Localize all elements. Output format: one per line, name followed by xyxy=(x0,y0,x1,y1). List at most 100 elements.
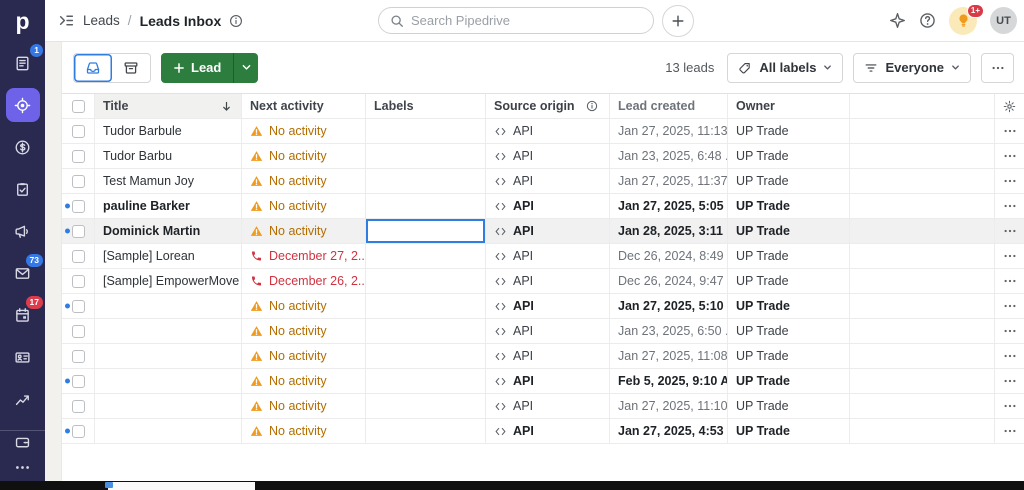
table-row[interactable]: No activityAPIJan 27, 2025, 4:53 ...UP T… xyxy=(62,419,1024,444)
next-activity-cell[interactable]: No activity xyxy=(242,194,366,218)
row-menu-button[interactable] xyxy=(995,194,1024,218)
row-checkbox[interactable] xyxy=(72,325,85,338)
row-checkbox[interactable] xyxy=(72,225,85,238)
table-row[interactable]: No activityAPIJan 27, 2025, 11:08 ...UP … xyxy=(62,344,1024,369)
toolbar-more-button[interactable] xyxy=(981,53,1014,83)
labels-cell[interactable] xyxy=(366,344,486,368)
column-header-labels[interactable]: Labels xyxy=(366,94,486,118)
row-checkbox[interactable] xyxy=(72,175,85,188)
column-settings-button[interactable] xyxy=(995,94,1024,118)
row-menu-button[interactable] xyxy=(995,394,1024,418)
table-row[interactable]: [Sample] LoreanDecember 27, 2...APIDec 2… xyxy=(62,244,1024,269)
sidebar-item-contacts[interactable] xyxy=(0,336,45,378)
sidebar-item-leads[interactable] xyxy=(0,84,45,126)
next-activity-cell[interactable]: No activity xyxy=(242,294,366,318)
select-all-checkbox[interactable] xyxy=(72,100,85,113)
inbox-view-button[interactable] xyxy=(74,54,112,82)
labels-cell[interactable] xyxy=(366,144,486,168)
lead-title-cell[interactable] xyxy=(95,419,242,443)
lead-title-cell[interactable] xyxy=(95,394,242,418)
labels-cell[interactable] xyxy=(366,119,486,143)
row-menu-button[interactable] xyxy=(995,419,1024,443)
row-menu-button[interactable] xyxy=(995,244,1024,268)
row-menu-button[interactable] xyxy=(995,169,1024,193)
table-row[interactable]: No activityAPIJan 27, 2025, 5:10 ...UP T… xyxy=(62,294,1024,319)
labels-cell[interactable] xyxy=(366,294,486,318)
row-select-cell[interactable] xyxy=(62,419,95,443)
sidebar-item-activities[interactable]: 17 xyxy=(0,294,45,336)
table-row[interactable]: No activityAPIJan 23, 2025, 6:50 ...UP T… xyxy=(62,319,1024,344)
lead-title-cell[interactable]: Tudor Barbule xyxy=(95,119,242,143)
owner-filter-button[interactable]: Everyone xyxy=(853,53,971,83)
row-menu-button[interactable] xyxy=(995,294,1024,318)
row-checkbox[interactable] xyxy=(72,350,85,363)
lead-title-cell[interactable]: [Sample] Lorean xyxy=(95,244,242,268)
row-menu-button[interactable] xyxy=(995,119,1024,143)
row-checkbox[interactable] xyxy=(72,150,85,163)
quick-add-button[interactable] xyxy=(662,5,694,37)
row-select-cell[interactable] xyxy=(62,369,95,393)
row-checkbox[interactable] xyxy=(72,300,85,313)
labels-cell[interactable] xyxy=(366,369,486,393)
lead-title-cell[interactable]: [Sample] EmpowerMove xyxy=(95,269,242,293)
row-select-cell[interactable] xyxy=(62,219,95,243)
lead-title-cell[interactable]: Dominick Martin xyxy=(95,219,242,243)
next-activity-cell[interactable]: No activity xyxy=(242,144,366,168)
row-select-cell[interactable] xyxy=(62,294,95,318)
lead-title-cell[interactable] xyxy=(95,344,242,368)
next-activity-cell[interactable]: No activity xyxy=(242,419,366,443)
search-input[interactable] xyxy=(411,13,642,28)
sidebar-item-projects[interactable] xyxy=(0,168,45,210)
info-icon[interactable] xyxy=(586,100,598,112)
search-bar[interactable] xyxy=(378,7,654,34)
row-select-cell[interactable] xyxy=(62,244,95,268)
table-row[interactable]: Tudor BarbuNo activityAPIJan 23, 2025, 6… xyxy=(62,144,1024,169)
lead-title-cell[interactable]: Test Mamun Joy xyxy=(95,169,242,193)
lead-title-cell[interactable] xyxy=(95,294,242,318)
row-checkbox[interactable] xyxy=(72,200,85,213)
row-select-cell[interactable] xyxy=(62,144,95,168)
column-header-next-activity[interactable]: Next activity xyxy=(242,94,366,118)
next-activity-cell[interactable]: No activity xyxy=(242,344,366,368)
info-icon[interactable] xyxy=(229,14,243,28)
labels-cell[interactable] xyxy=(366,269,486,293)
next-activity-cell[interactable]: No activity xyxy=(242,394,366,418)
add-lead-button[interactable]: Lead xyxy=(161,53,233,83)
row-checkbox[interactable] xyxy=(72,275,85,288)
next-activity-cell[interactable]: No activity xyxy=(242,169,366,193)
collapse-sidebar-icon[interactable] xyxy=(58,12,75,29)
row-menu-button[interactable] xyxy=(995,269,1024,293)
archive-view-button[interactable] xyxy=(112,54,150,82)
labels-cell[interactable] xyxy=(366,394,486,418)
labels-cell[interactable] xyxy=(366,219,486,243)
next-activity-cell[interactable]: No activity xyxy=(242,369,366,393)
lead-title-cell[interactable]: Tudor Barbu xyxy=(95,144,242,168)
select-all-cell[interactable] xyxy=(62,94,95,118)
sparkle-icon[interactable] xyxy=(889,12,906,29)
table-row[interactable]: Tudor BarbuleNo activityAPIJan 27, 2025,… xyxy=(62,119,1024,144)
row-menu-button[interactable] xyxy=(995,369,1024,393)
row-menu-button[interactable] xyxy=(995,144,1024,168)
table-row[interactable]: Test Mamun JoyNo activityAPIJan 27, 2025… xyxy=(62,169,1024,194)
row-select-cell[interactable] xyxy=(62,119,95,143)
row-select-cell[interactable] xyxy=(62,344,95,368)
column-header-lead-created[interactable]: Lead created xyxy=(610,94,728,118)
breadcrumb-section[interactable]: Leads xyxy=(83,13,120,28)
row-select-cell[interactable] xyxy=(62,194,95,218)
sidebar-item-campaigns[interactable] xyxy=(0,210,45,252)
sidebar-item-more[interactable] xyxy=(0,453,45,481)
sidebar-item-insights[interactable] xyxy=(0,378,45,420)
row-checkbox[interactable] xyxy=(72,425,85,438)
next-activity-cell[interactable]: No activity xyxy=(242,219,366,243)
sidebar-item-deals[interactable] xyxy=(0,126,45,168)
lead-title-cell[interactable] xyxy=(95,369,242,393)
row-checkbox[interactable] xyxy=(72,125,85,138)
next-activity-cell[interactable]: No activity xyxy=(242,319,366,343)
row-checkbox[interactable] xyxy=(72,250,85,263)
column-header-owner[interactable]: Owner xyxy=(728,94,850,118)
row-select-cell[interactable] xyxy=(62,169,95,193)
table-row[interactable]: No activityAPIJan 27, 2025, 11:10 ...UP … xyxy=(62,394,1024,419)
row-menu-button[interactable] xyxy=(995,319,1024,343)
table-row[interactable]: No activityAPIFeb 5, 2025, 9:10 AMUP Tra… xyxy=(62,369,1024,394)
sidebar-item-updates[interactable]: 1 xyxy=(0,42,45,84)
